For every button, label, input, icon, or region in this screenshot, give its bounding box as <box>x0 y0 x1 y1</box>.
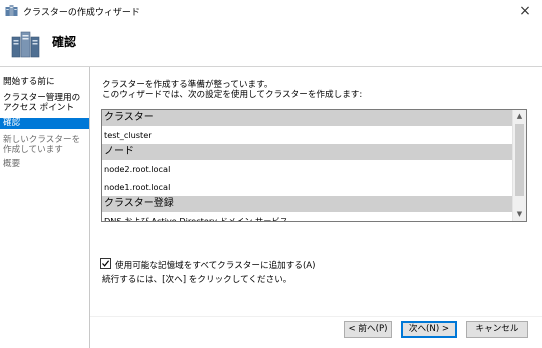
settings-value: node1.root.local <box>102 178 513 196</box>
cluster-icon <box>11 31 40 58</box>
window-title: クラスターの作成ウィザード <box>23 8 140 18</box>
settings-listbox[interactable]: クラスター test_cluster ノード node2.root.local … <box>101 109 527 222</box>
next-instruction-text: 続行するには、[次へ] をクリックしてください。 <box>102 275 292 285</box>
wizard-steps-sidebar: 開始する前に クラスター管理用のアクセス ポイント 確認 新しいクラスターを作成… <box>0 67 90 348</box>
cancel-button[interactable]: キャンセル <box>466 321 528 338</box>
settings-section-header: ノード <box>102 144 513 160</box>
intro-line-2: このウィザードでは、次の設定を使用してクラスターを作成します: <box>102 90 363 100</box>
next-button[interactable]: 次へ(N) > <box>401 321 457 338</box>
settings-section-header: クラスター登録 <box>102 196 513 212</box>
sidebar-item-label: クラスター管理用のアクセス ポイント <box>3 93 81 113</box>
intro-line-1: クラスターを作成する準備が整っています。 <box>102 80 273 90</box>
page-title: 確認 <box>52 35 77 49</box>
chevron-down-icon: ▼ <box>516 210 523 218</box>
footer-divider <box>90 316 542 317</box>
scroll-up-button[interactable]: ▲ <box>513 110 526 123</box>
add-storage-label[interactable]: 使用可能な記憶域をすべてクラスターに追加する(A) <box>115 261 316 271</box>
sidebar-item-label: 確認 <box>3 118 21 128</box>
close-icon: × <box>519 3 531 19</box>
checkmark-icon <box>102 260 110 267</box>
sidebar-item-label: 新しいクラスターを作成しています <box>3 135 81 155</box>
settings-section-header: クラスター <box>102 110 513 126</box>
scroll-down-button[interactable]: ▼ <box>513 208 526 221</box>
sidebar-item-access-point[interactable]: クラスター管理用のアクセス ポイント <box>0 93 89 113</box>
title-bar: クラスターの作成ウィザード × <box>0 0 542 22</box>
add-storage-checkbox[interactable] <box>100 258 111 269</box>
settings-list: クラスター test_cluster ノード node2.root.local … <box>102 110 513 221</box>
scroll-thumb[interactable] <box>515 124 524 196</box>
sidebar-item-creating-cluster: 新しいクラスターを作成しています <box>0 135 89 155</box>
vertical-scrollbar[interactable]: ▲ ▼ <box>512 110 526 221</box>
sidebar-item-before-you-begin[interactable]: 開始する前に <box>0 77 89 87</box>
settings-value: node2.root.local <box>102 160 513 178</box>
main-content: クラスターを作成する準備が整っています。 このウィザードでは、次の設定を使用して… <box>90 67 542 348</box>
intro-text: クラスターを作成する準備が整っています。 このウィザードでは、次の設定を使用して… <box>102 80 362 100</box>
chevron-up-icon: ▲ <box>516 112 523 120</box>
sidebar-item-confirmation[interactable]: 確認 <box>0 118 89 129</box>
cluster-wizard-app-icon <box>5 5 18 16</box>
add-storage-option[interactable]: 使用可能な記憶域をすべてクラスターに追加する(A) <box>100 258 316 272</box>
sidebar-item-label: 開始する前に <box>3 77 55 87</box>
page-header: 確認 <box>0 22 542 66</box>
close-button[interactable]: × <box>508 0 542 22</box>
settings-value: test_cluster <box>102 126 513 144</box>
sidebar-item-label: 概要 <box>3 159 21 169</box>
previous-button[interactable]: < 前へ(P) <box>344 321 392 338</box>
sidebar-item-summary: 概要 <box>0 159 89 169</box>
settings-value: DNS および Active Directory ドメイン サービス <box>102 212 513 221</box>
